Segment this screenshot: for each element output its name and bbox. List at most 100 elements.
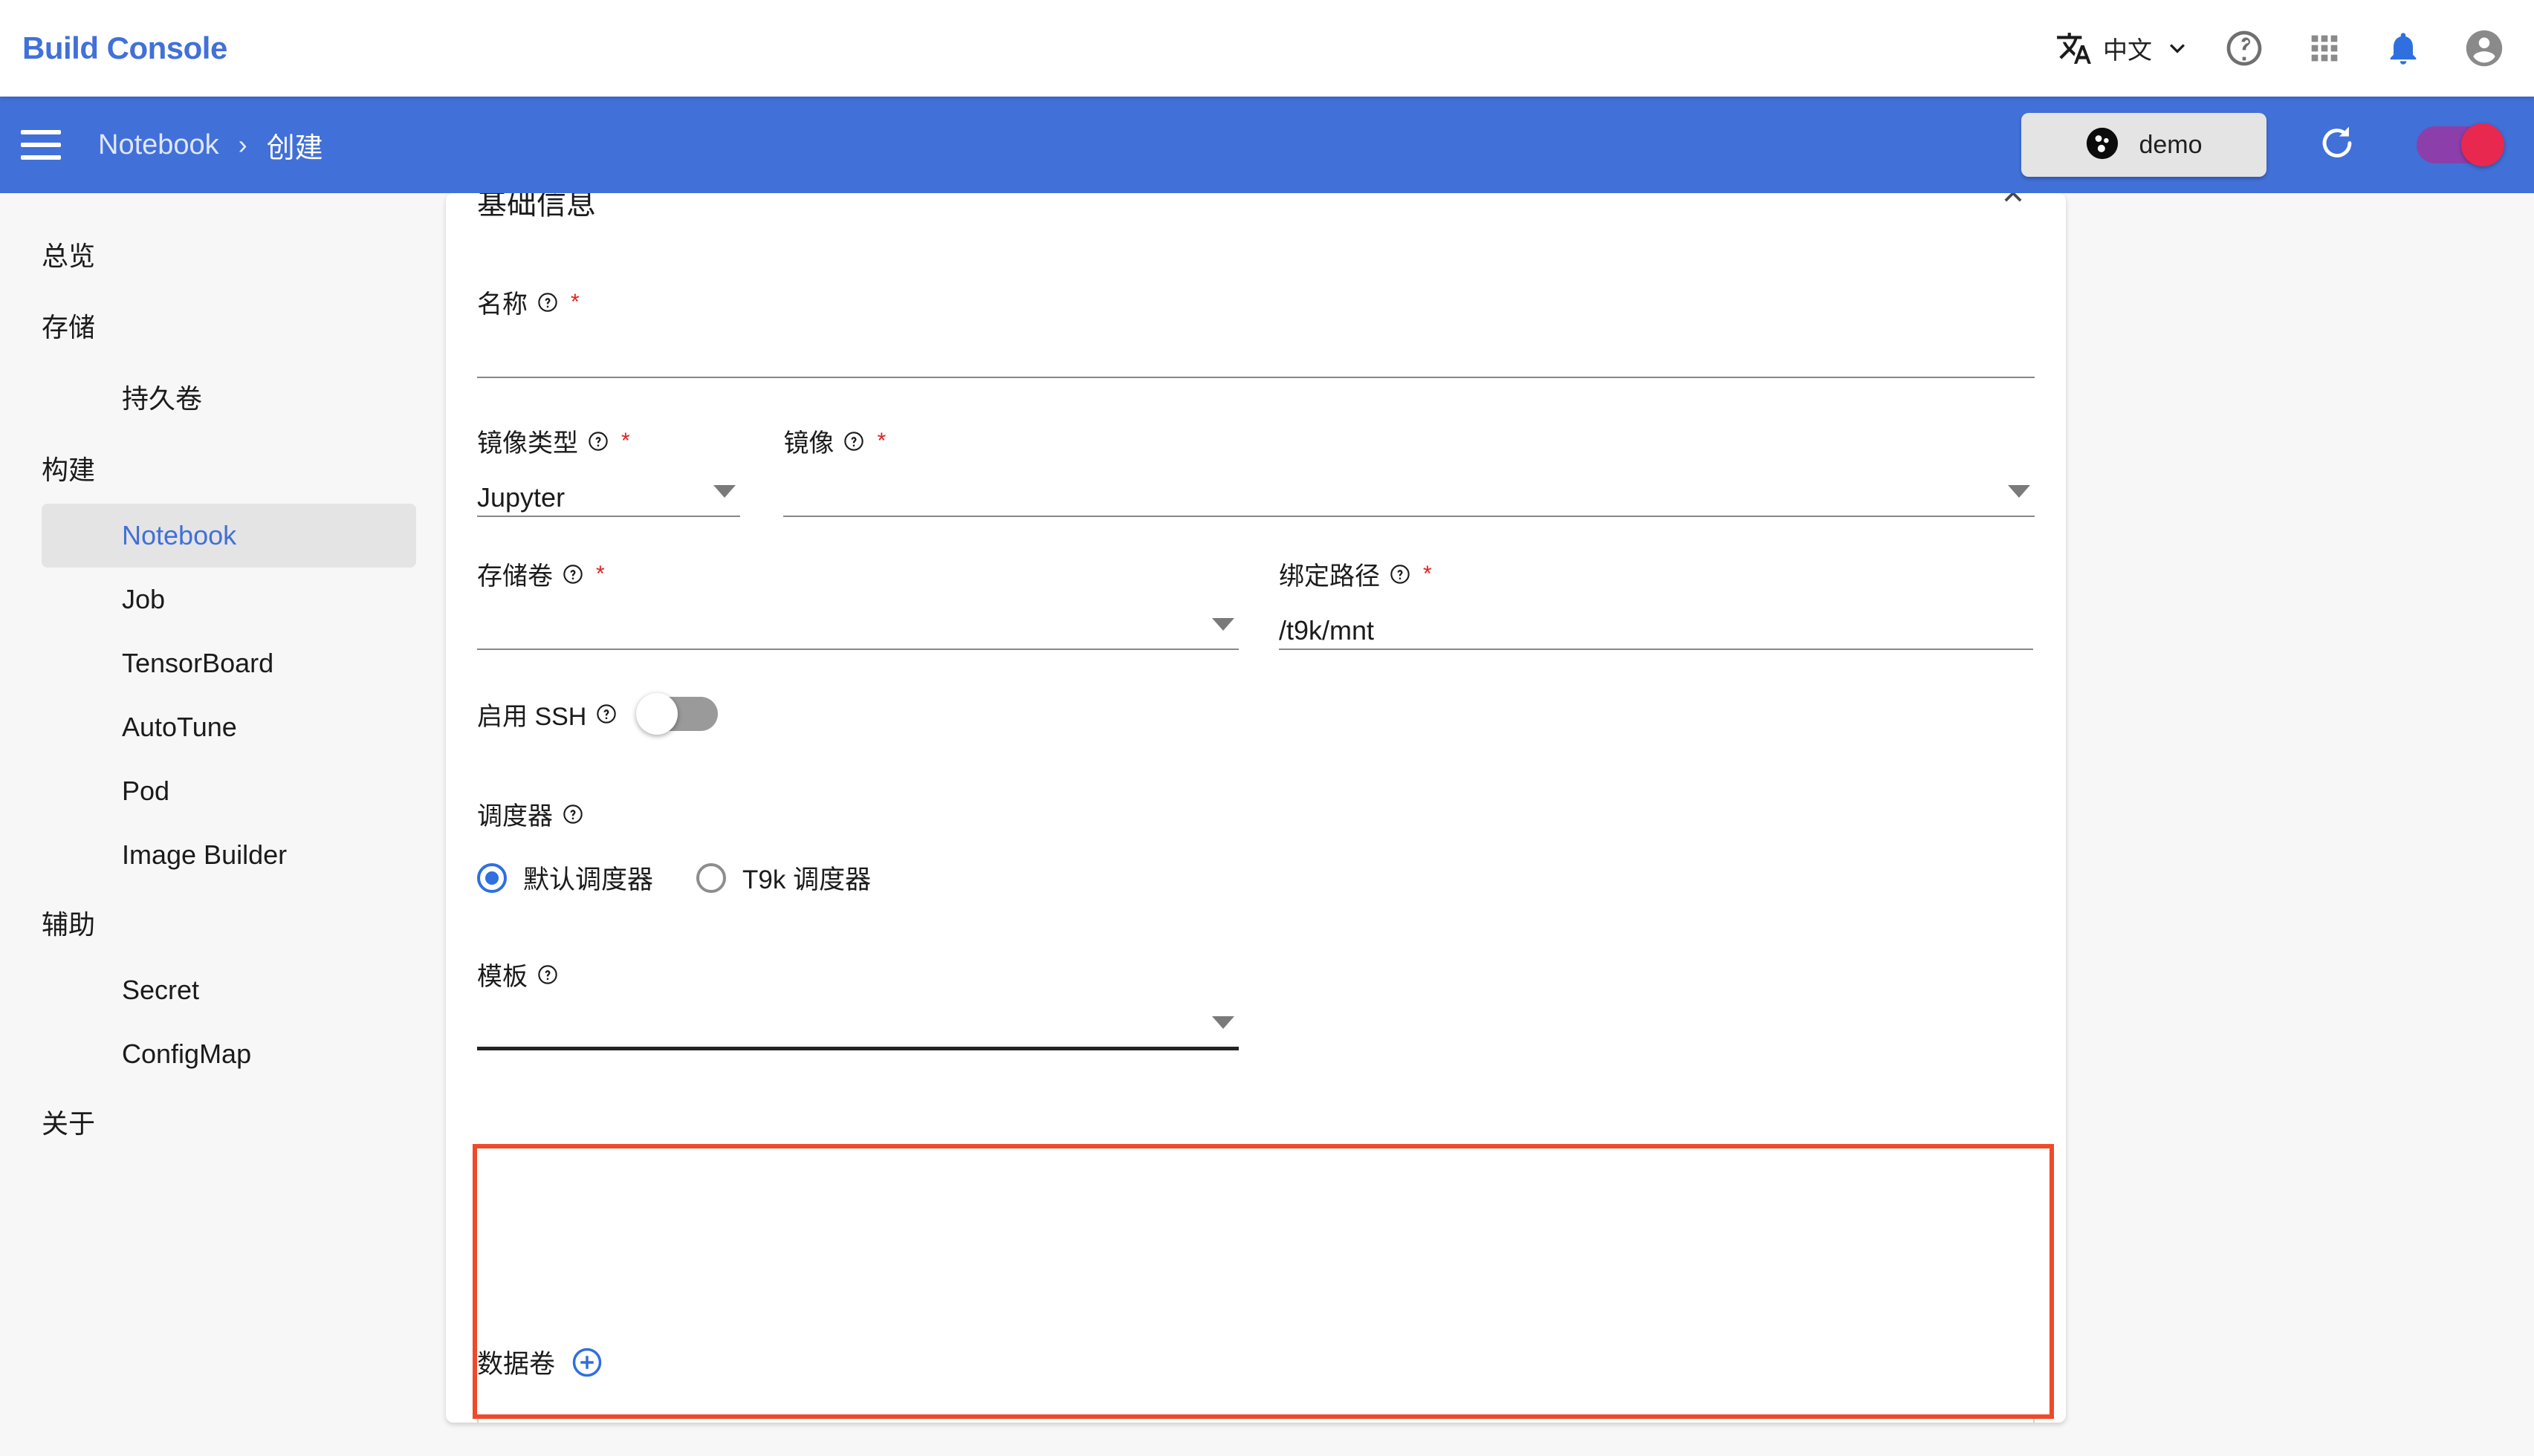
image-label-row: 镜像 *: [783, 423, 2035, 459]
form-body: 名称 * 镜像类型 * Jupyter 镜像 * 存储卷 * 绑定路径 * /t…: [446, 284, 2066, 1050]
field-scheduler: 调度器 默认调度器 T9k 调度器: [477, 796, 2035, 897]
image-row: 镜像类型 * Jupyter 镜像 *: [477, 423, 2035, 517]
data-volume-row: 名称 * examples 绑定路径: [477, 1415, 2035, 1423]
apps-grid-icon[interactable]: [2305, 29, 2344, 68]
breadcrumb-bar: Notebook › 创建 demo: [0, 97, 2534, 193]
enable-ssh-toggle[interactable]: [636, 693, 719, 735]
dropdown-caret-icon[interactable]: [1212, 618, 1234, 631]
notification-bell-icon[interactable]: [2384, 29, 2423, 68]
dropdown-caret-icon[interactable]: [2008, 485, 2030, 498]
help-circle-icon[interactable]: [563, 564, 583, 585]
sidebar-group-storage[interactable]: 存储: [0, 290, 422, 361]
breadcrumb: Notebook › 创建: [98, 125, 323, 166]
language-selector[interactable]: 中文: [2055, 30, 2192, 67]
field-template: 模板: [477, 956, 1239, 1050]
translate-icon: [2055, 30, 2093, 67]
form-section-header: 基础信息: [446, 193, 2066, 221]
field-storage-volume: 存储卷 *: [477, 556, 1239, 650]
help-circle-icon[interactable]: [537, 292, 558, 313]
sidebar-item-configmap[interactable]: ConfigMap: [42, 1022, 416, 1086]
help-circle-icon[interactable]: [843, 431, 864, 452]
template-label: 模板: [477, 963, 528, 991]
theme-toggle-thumb: [2461, 123, 2504, 166]
image-type-select[interactable]: Jupyter: [477, 459, 741, 517]
project-name: demo: [2139, 130, 2203, 159]
notebook-create-form-card: 基础信息 名称 * 镜像类型 * Jupyter 镜像 * 存储卷 * 绑定路径…: [446, 193, 2066, 1423]
scheduler-option-default-label: 默认调度器: [523, 865, 654, 894]
top-bar-actions: 中文: [2055, 27, 2506, 70]
data-volume-title: 数据卷: [477, 1350, 556, 1379]
sidebar-item-autotune[interactable]: AutoTune: [42, 695, 416, 759]
template-label-row: 模板: [477, 956, 1239, 992]
sidebar-item-persistent-volume[interactable]: 持久卷: [42, 361, 416, 432]
bind-path-value: /t9k/mnt: [1279, 615, 1375, 646]
breadcrumb-parent[interactable]: Notebook: [98, 129, 219, 161]
sidebar-item-pod[interactable]: Pod: [42, 759, 416, 823]
image-select[interactable]: [783, 459, 2035, 517]
storage-volume-required-mark: *: [596, 561, 605, 586]
bind-path-required-mark: *: [1423, 561, 1432, 586]
image-type-required-mark: *: [621, 428, 630, 453]
sidebar-item-job[interactable]: Job: [42, 568, 416, 631]
account-avatar-icon[interactable]: [2463, 27, 2506, 70]
project-logo-icon: [2085, 126, 2119, 164]
name-label: 名称: [477, 290, 528, 319]
sidebar-item-secret[interactable]: Secret: [42, 958, 416, 1022]
help-circle-icon[interactable]: [596, 703, 617, 724]
sidebar-item-about[interactable]: 关于: [0, 1086, 422, 1157]
breadcrumb-current: 创建: [266, 132, 323, 164]
image-type-label-row: 镜像类型 *: [477, 423, 740, 459]
theme-toggle-switch[interactable]: [2417, 123, 2504, 166]
scheduler-radio-group: 默认调度器 T9k 调度器: [477, 859, 2035, 897]
storage-volume-select[interactable]: [477, 592, 1239, 650]
enable-ssh-label-row: 启用 SSH: [477, 696, 617, 732]
name-required-mark: *: [571, 289, 580, 314]
sidebar-group-build[interactable]: 构建: [0, 432, 422, 504]
image-label: 镜像: [783, 429, 835, 458]
sidebar-item-notebook[interactable]: Notebook: [42, 504, 416, 568]
field-enable-ssh: 启用 SSH: [477, 693, 2035, 735]
template-select[interactable]: [477, 992, 1239, 1050]
chevron-down-icon: [2162, 33, 2192, 63]
image-type-label: 镜像类型: [477, 429, 578, 458]
sidebar-item-image-builder[interactable]: Image Builder: [42, 823, 416, 887]
dropdown-caret-icon[interactable]: [1212, 1016, 1234, 1029]
data-volume-section: 数据卷 名称 *: [446, 1307, 2066, 1423]
field-image: 镜像 *: [783, 423, 2035, 517]
storage-volume-label-row: 存储卷 *: [477, 556, 1239, 592]
help-circle-icon[interactable]: [563, 804, 583, 825]
data-volume-header: 数据卷: [477, 1343, 2035, 1381]
name-input[interactable]: [477, 320, 2035, 378]
image-type-value: Jupyter: [477, 482, 566, 513]
chevron-up-icon[interactable]: [1996, 193, 2030, 218]
scheduler-label: 调度器: [477, 802, 553, 831]
sidebar-nav: 总览 存储 持久卷 构建 Notebook Job TensorBoard Au…: [0, 193, 422, 1456]
refresh-icon[interactable]: [2316, 123, 2359, 166]
language-label: 中文: [2103, 36, 2152, 64]
top-app-bar: Build Console 中文: [0, 0, 2534, 97]
help-circle-icon[interactable]: [588, 431, 609, 452]
enable-ssh-label: 启用 SSH: [477, 702, 587, 731]
menu-hamburger-icon[interactable]: [21, 122, 61, 168]
scheduler-option-default[interactable]: 默认调度器: [477, 859, 653, 897]
breadcrumb-actions: demo: [2021, 113, 2504, 177]
sidebar-item-overview[interactable]: 总览: [0, 218, 422, 290]
help-icon[interactable]: [2223, 27, 2265, 69]
field-name: 名称 *: [477, 284, 2035, 378]
help-circle-icon[interactable]: [1390, 564, 1410, 585]
field-bind-path: 绑定路径 * /t9k/mnt: [1279, 556, 2033, 650]
dropdown-caret-icon[interactable]: [713, 485, 736, 498]
bind-path-label-row: 绑定路径 *: [1279, 556, 2033, 592]
name-label-row: 名称 *: [477, 284, 2035, 320]
bind-path-input[interactable]: /t9k/mnt: [1279, 592, 2033, 650]
project-selector-chip[interactable]: demo: [2021, 113, 2266, 177]
sidebar-group-auxiliary[interactable]: 辅助: [0, 887, 422, 958]
add-data-volume-icon[interactable]: [571, 1347, 603, 1378]
storage-volume-label: 存储卷: [477, 562, 553, 591]
sidebar-item-tensorboard[interactable]: TensorBoard: [42, 631, 416, 695]
breadcrumb-separator-icon: ›: [238, 129, 247, 160]
field-image-type: 镜像类型 * Jupyter: [477, 423, 741, 517]
help-circle-icon[interactable]: [537, 964, 558, 985]
scheduler-option-t9k[interactable]: T9k 调度器: [696, 859, 871, 897]
form-section-title: 基础信息: [477, 193, 596, 221]
